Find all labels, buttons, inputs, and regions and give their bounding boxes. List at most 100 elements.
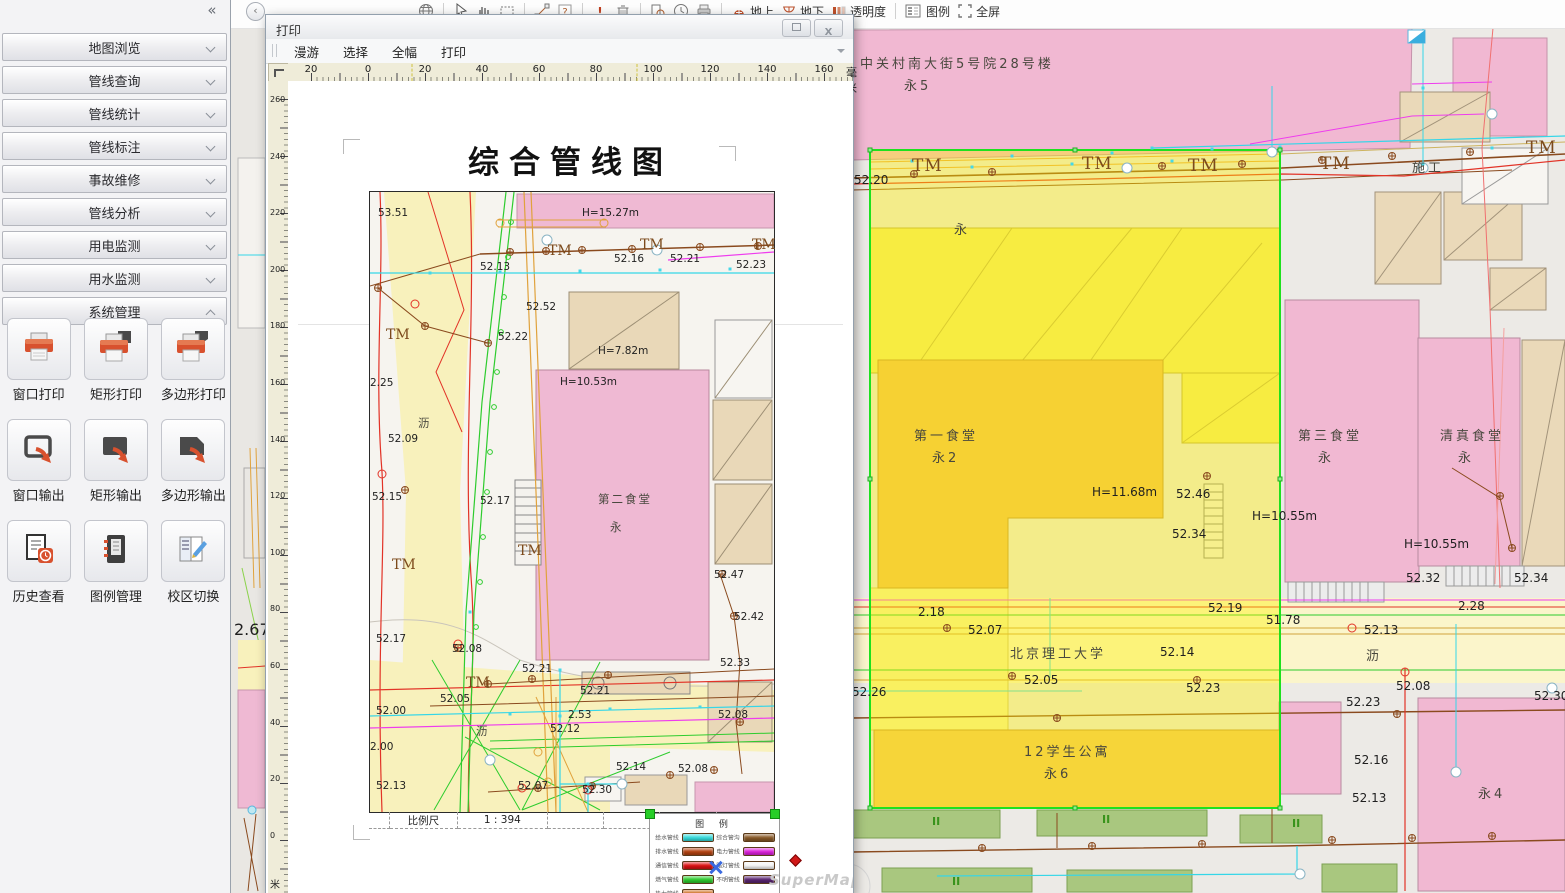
v-ruler-label: 260	[270, 95, 285, 104]
tool-label: 窗口打印	[13, 384, 65, 403]
h-ruler-label: 160	[814, 64, 833, 75]
map-label: 52.26	[852, 686, 886, 698]
chevron-down-icon	[206, 175, 216, 185]
tool-button-history[interactable]: 历史查看	[5, 520, 72, 605]
map-label: 52.21	[580, 686, 610, 697]
map-label: 52.16	[1354, 754, 1388, 766]
sidebar-section-2[interactable]: 管线统计	[2, 99, 227, 127]
main-map-view[interactable]: 中关村南大街5号院28号楼永552.20TMTMTMTMTM施工永第一食堂永2H…	[852, 28, 1565, 893]
sidebar-section-7[interactable]: 用水监测	[2, 264, 227, 292]
toolbar-button-fullscreen[interactable]: 全屏	[957, 3, 1000, 20]
background-map-sliver[interactable]: 2.67	[230, 28, 265, 893]
sidebar-section-label: 管线分析	[88, 203, 140, 222]
map-label: 52.47	[714, 570, 744, 581]
pipe-tag-label: TM	[912, 158, 943, 175]
menubar-grip[interactable]	[272, 44, 277, 57]
map-label: 2.00	[370, 742, 393, 753]
horizontal-ruler: 20020406080100120140160毫米	[288, 63, 853, 82]
map-label: 52.05	[1024, 674, 1058, 686]
print-extent-guide	[637, 64, 638, 81]
sidebar-section-label: 用水监测	[88, 269, 140, 288]
legend-book-icon	[84, 520, 148, 582]
point-marker	[789, 854, 802, 867]
h-ruler-label: 80	[590, 64, 603, 75]
map-label: 永5	[904, 80, 931, 93]
overflow-chevron-icon[interactable]	[837, 49, 845, 57]
maximize-button[interactable]	[782, 19, 811, 37]
map-label: 52.23	[1186, 682, 1220, 694]
pipe-tag-label: TM	[752, 238, 776, 252]
map-label: 52.14	[616, 762, 646, 773]
print-preview-page[interactable]: 综合管线图	[288, 81, 853, 893]
map-label: 52.12	[550, 724, 580, 735]
v-ruler-label: 40	[270, 718, 280, 727]
map-label: 52.15	[372, 492, 402, 503]
legend-box[interactable]: 图 例 给水管线排水管线通信管线燃气管线热力管线 综合管沟电力管线路灯管线不明管…	[649, 813, 780, 893]
map-label: 52.34	[1172, 528, 1206, 540]
menu-item-0[interactable]: 漫游	[294, 42, 319, 61]
legend-entry-label: 电力管线	[716, 847, 739, 856]
tool-button-legend-book[interactable]: 图例管理	[82, 520, 149, 605]
margin-corner-mark	[343, 139, 360, 154]
menu-item-3[interactable]: 打印	[441, 42, 466, 61]
sidebar-section-1[interactable]: 管线查询	[2, 66, 227, 94]
tool-button-export-rect[interactable]: 矩形输出	[82, 419, 149, 504]
menu-items: 漫游 选择 全幅 打印	[294, 39, 466, 63]
legend-column-right: 综合管沟电力管线路灯管线不明管线	[715, 832, 775, 893]
sidebar-section-6[interactable]: 用电监测	[2, 231, 227, 259]
selection-handle[interactable]	[770, 809, 780, 819]
margin-corner-mark	[353, 825, 370, 840]
sidebar-section-0[interactable]: 地图浏览	[2, 33, 227, 61]
tool-button-export-window[interactable]: 窗口输出	[5, 419, 72, 504]
tool-button-print-poly[interactable]: 多边形打印	[160, 318, 227, 403]
map-label: II	[932, 816, 940, 827]
tool-button-print-window[interactable]: 窗口打印	[5, 318, 72, 403]
map-label: H=11.68m	[1092, 486, 1157, 498]
tool-label: 窗口输出	[13, 485, 65, 504]
maximize-icon	[792, 23, 801, 31]
chevron-down-icon	[206, 274, 216, 284]
map-label: 52.09	[388, 434, 418, 445]
pipe-tag-label: TM	[1526, 140, 1557, 157]
pipe-tag-label: TM	[466, 676, 490, 690]
map-label: 52.30	[1534, 690, 1565, 702]
export-poly-icon	[161, 419, 225, 481]
tool-button-export-poly[interactable]: 多边形输出	[160, 419, 227, 504]
map-label: 52.05	[440, 694, 470, 705]
legend-title: 图 例	[650, 817, 779, 830]
tool-button-print-rect[interactable]: 矩形打印	[82, 318, 149, 403]
toolbar-button-legend-list[interactable]: 图例	[905, 3, 950, 20]
legend-color-swatch	[743, 861, 775, 870]
margin-corner-mark	[719, 146, 736, 161]
tool-button-campus-switch[interactable]: 校区切换	[160, 520, 227, 605]
chevron-down-icon	[206, 208, 216, 218]
map-label: 12学生公寓	[1024, 746, 1111, 759]
map-label: 52.34	[1514, 572, 1548, 584]
legend-columns: 给水管线排水管线通信管线燃气管线热力管线 综合管沟电力管线路灯管线不明管线	[650, 830, 779, 893]
tool-label: 矩形输出	[90, 485, 142, 504]
map-label: 第三食堂	[1298, 430, 1362, 443]
menu-item-2[interactable]: 全幅	[392, 42, 417, 61]
sidebar-collapse-button[interactable]: «	[200, 2, 224, 20]
map-label: 52.21	[670, 254, 700, 265]
panel-collapse-round-button[interactable]: ‹	[246, 2, 265, 21]
v-ruler-label: 140	[270, 435, 285, 444]
system-tools-grid: 窗口打印矩形打印多边形打印窗口输出 矩形输出多边形输出历史查看图例管理校区切换	[5, 318, 227, 605]
sidebar-section-5[interactable]: 管线分析	[2, 198, 227, 226]
legend-entry-label: 热力管线	[655, 889, 678, 893]
map-label: H=7.82m	[598, 346, 648, 357]
tool-label: 多边形打印	[161, 384, 226, 403]
v-ruler-unit: 米	[270, 876, 280, 891]
map-label: 52.14	[1160, 646, 1194, 658]
menu-item-1[interactable]: 选择	[343, 42, 368, 61]
pipe-tag-label: TM	[640, 238, 664, 252]
map-label: H=10.53m	[560, 377, 617, 388]
application-window: ?!地上地下透明度图例全屏 2.67	[0, 0, 1565, 893]
dialog-title: 打印	[276, 20, 301, 39]
selection-handle[interactable]	[645, 809, 655, 819]
dialog-titlebar[interactable]: 打印 X	[266, 15, 853, 40]
close-button[interactable]: X	[814, 19, 843, 37]
legend-color-swatch	[743, 847, 775, 856]
sidebar-section-3[interactable]: 管线标注	[2, 132, 227, 160]
sidebar-section-4[interactable]: 事故维修	[2, 165, 227, 193]
